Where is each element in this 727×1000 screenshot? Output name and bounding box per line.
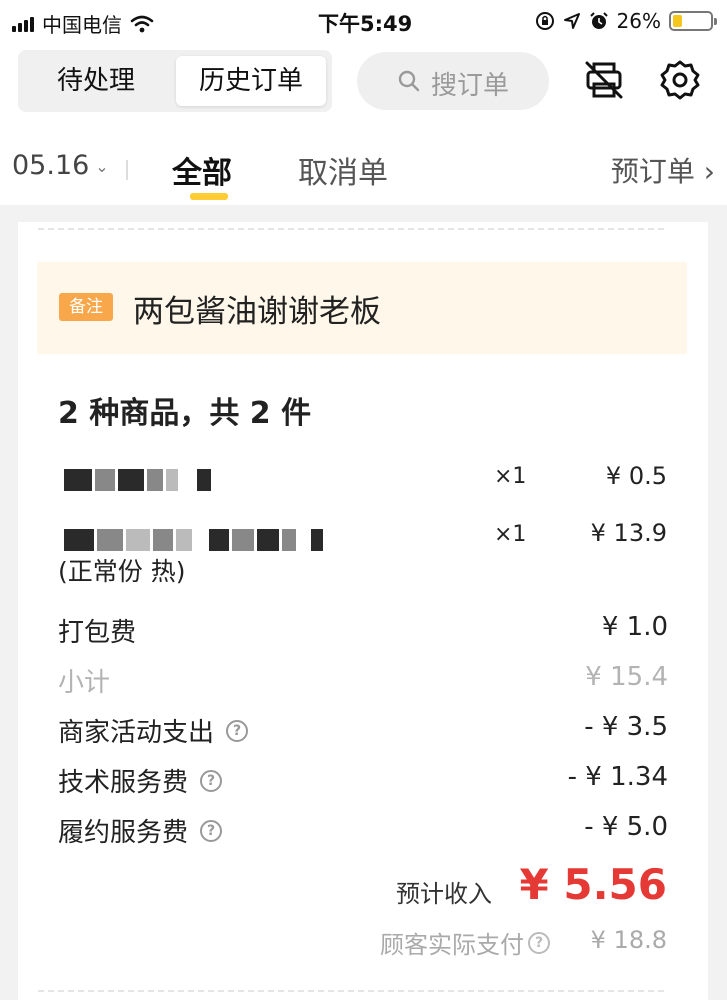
battery-fill (673, 15, 682, 27)
fee-label-wrap: 商家活动支出? (58, 712, 249, 749)
status-left: 中国电信 (12, 9, 154, 38)
rotation-lock-icon (535, 12, 554, 30)
status-bar: 中国电信 下午5:49 26% (0, 0, 727, 40)
fee-label: 技术服务费 (58, 768, 189, 798)
paid-label-wrap: 顾客实际支付? (380, 925, 550, 960)
printer-off-icon[interactable] (582, 58, 626, 102)
item-price: ¥ 0.5 (605, 462, 667, 490)
paid-label: 顾客实际支付 (380, 931, 524, 959)
order-note: 备注 两包酱油谢谢老板 (37, 262, 687, 354)
divider-dashed (38, 990, 664, 992)
tab-all[interactable]: 全部 (172, 148, 232, 192)
tab-reserve[interactable]: 预订单 › (611, 150, 715, 190)
active-tab-indicator (190, 193, 228, 200)
question-icon[interactable]: ? (200, 769, 223, 792)
income-value: ¥ 5.56 (519, 860, 667, 909)
fee-row-merchant-promo: 商家活动支出? - ¥ 3.5 (58, 712, 668, 749)
fee-label: 商家活动支出 (58, 718, 215, 748)
fee-value: - ¥ 3.5 (584, 712, 668, 742)
fee-value: - ¥ 1.34 (567, 762, 668, 792)
date-label: 05.16 (12, 150, 90, 181)
income-label: 预计收入 (396, 880, 492, 908)
fee-label-wrap: 履约服务费? (58, 812, 223, 849)
question-icon[interactable]: ? (200, 819, 223, 842)
fee-row-packaging: 打包费 ¥ 1.0 (58, 612, 668, 648)
fee-label: 履约服务费 (58, 818, 189, 848)
fee-row-subtotal: 小计 ¥ 15.4 (58, 662, 668, 698)
battery-icon (669, 11, 717, 31)
status-right: 26% (535, 9, 717, 33)
tab-cancelled[interactable]: 取消单 (298, 148, 388, 192)
wifi-icon (130, 15, 154, 32)
fee-row-service: 技术服务费? - ¥ 1.34 (58, 762, 668, 799)
item-price: ¥ 13.9 (590, 519, 667, 547)
order-segmented-control: 待处理 历史订单 (18, 50, 332, 112)
item-name-pixelated (64, 466, 214, 494)
question-icon[interactable]: ? (226, 719, 249, 742)
item-qty: ×1 (494, 522, 527, 547)
tab-history[interactable]: 历史订单 (176, 56, 326, 106)
fee-label: 打包费 (58, 618, 137, 648)
battery-percent: 26% (616, 9, 661, 33)
fee-value: - ¥ 5.0 (584, 812, 668, 842)
tab-divider (126, 160, 128, 180)
item-spec: (正常份 热) (58, 557, 186, 586)
fee-value: ¥ 1.0 (601, 612, 668, 642)
fee-label: 小计 (58, 668, 111, 698)
chevron-down-icon: ⌄ (95, 157, 109, 176)
item-qty: ×1 (494, 464, 527, 489)
fee-label-wrap: 技术服务费? (58, 762, 223, 799)
tab-pending[interactable]: 待处理 (26, 56, 166, 106)
search-icon (398, 70, 420, 92)
note-tag: 备注 (59, 293, 113, 321)
signal-icon (12, 16, 34, 32)
search-placeholder: 搜订单 (431, 71, 510, 101)
fee-value: ¥ 15.4 (585, 662, 668, 692)
location-arrow-icon (563, 13, 580, 29)
chevron-right-icon: › (694, 155, 715, 188)
item-summary: 2 种商品，共 2 件 (58, 396, 312, 431)
carrier-label: 中国电信 (42, 13, 122, 37)
alarm-icon (589, 12, 608, 29)
fee-row-fulfillment: 履约服务费? - ¥ 5.0 (58, 812, 668, 849)
question-icon[interactable]: ? (528, 931, 550, 954)
date-selector[interactable]: 05.16 ⌄ (12, 150, 109, 181)
divider-dashed (38, 228, 664, 230)
status-time: 下午5:49 (318, 12, 413, 36)
item-name-pixelated (64, 526, 326, 554)
search-box[interactable]: 搜订单 (357, 52, 549, 110)
reserve-label: 预订单 (610, 155, 695, 188)
gear-icon[interactable] (658, 58, 702, 102)
paid-value: ¥ 18.8 (590, 926, 667, 954)
note-text: 两包酱油谢谢老板 (133, 294, 381, 330)
